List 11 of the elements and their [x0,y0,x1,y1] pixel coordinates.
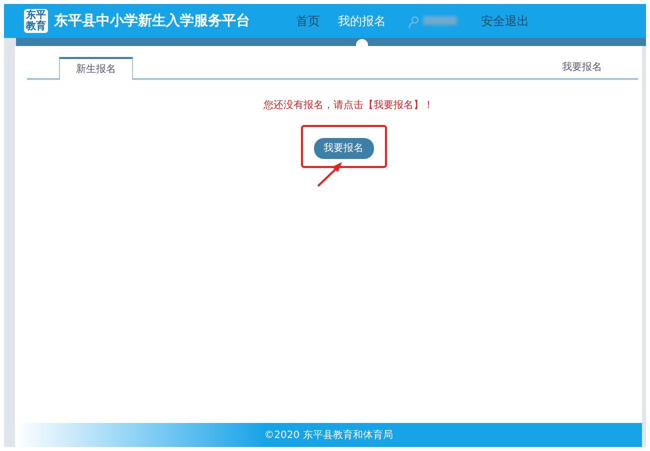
notice-text: 您还没有报名，请点击【我要报名】！ [262,98,434,113]
register-button[interactable]: 我要报名 [314,138,374,159]
logout-link[interactable]: 安全退出 [481,12,529,30]
site-title: 东平县中小学新生入学服务平台 [54,12,250,30]
tab[interactable]: 新生报名 [59,57,133,80]
user-icon [408,16,420,28]
register-link[interactable]: 我要报名 [562,60,602,75]
copyright-text: ©2020 东平县教育和体育局 [264,428,393,442]
nav-link[interactable]: 我的报名 [338,12,386,30]
logo-icon: 东平 教育 [24,9,48,33]
nav-link[interactable]: 首页 [296,12,320,30]
